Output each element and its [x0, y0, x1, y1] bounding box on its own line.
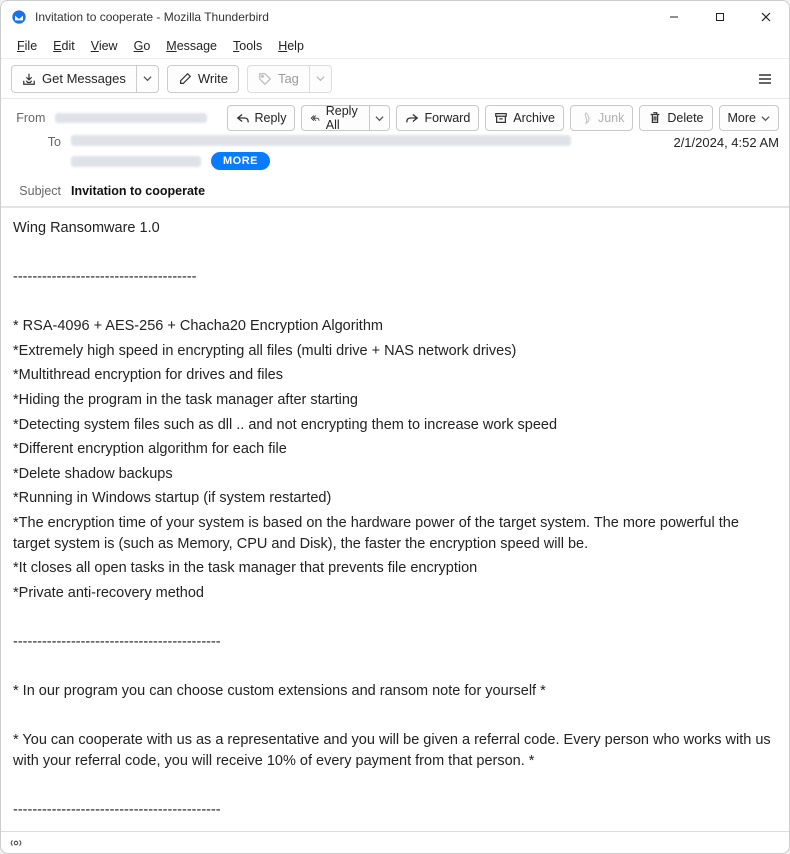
tag-label: Tag	[278, 71, 299, 86]
from-row: From Reply Reply All	[1, 99, 789, 133]
get-messages-dropdown[interactable]	[136, 65, 159, 93]
hamburger-icon	[757, 71, 773, 87]
trash-icon	[648, 111, 662, 125]
statusbar	[1, 831, 789, 853]
body-line: *Extremely high speed in encrypting all …	[13, 341, 777, 362]
subject-row: Subject Invitation to cooperate	[1, 176, 789, 207]
tag-icon	[258, 72, 272, 86]
body-line: *Hiding the program in the task manager …	[13, 390, 777, 411]
tag-dropdown[interactable]	[309, 65, 332, 93]
body-line: *Multithread encryption for drives and f…	[13, 365, 777, 386]
tag-button[interactable]: Tag	[247, 65, 309, 93]
body-line: ----------------------------------------…	[13, 632, 777, 653]
chevron-down-icon	[375, 114, 384, 123]
body-line: ----------------------------------------…	[13, 800, 777, 821]
chevron-down-icon	[761, 114, 770, 123]
from-value-redacted	[55, 113, 206, 123]
flame-icon	[579, 111, 593, 125]
maximize-button[interactable]	[697, 1, 743, 33]
body-line: *Different encryption algorithm for each…	[13, 439, 777, 460]
message-header: From Reply Reply All	[1, 99, 789, 208]
chevron-down-icon	[316, 74, 325, 83]
more-button[interactable]: More	[719, 105, 779, 131]
body-line: Wing Ransomware 1.0	[13, 218, 777, 239]
thunderbird-icon	[11, 9, 27, 25]
get-messages-button[interactable]: Get Messages	[11, 65, 136, 93]
write-button[interactable]: Write	[167, 65, 239, 93]
message-body: Wing Ransomware 1.0 --------------------…	[1, 208, 789, 831]
reply-icon	[236, 111, 250, 125]
minimize-button[interactable]	[651, 1, 697, 33]
reply-button[interactable]: Reply	[227, 105, 296, 131]
delete-label: Delete	[667, 111, 703, 125]
from-label: From	[11, 111, 45, 125]
subject-value: Invitation to cooperate	[71, 184, 205, 198]
close-button[interactable]	[743, 1, 789, 33]
body-line: *Delete shadow backups	[13, 464, 777, 485]
forward-icon	[405, 111, 419, 125]
app-window: Invitation to cooperate - Mozilla Thunde…	[0, 0, 790, 854]
menu-message[interactable]: Message	[158, 36, 225, 56]
titlebar: Invitation to cooperate - Mozilla Thunde…	[1, 1, 789, 33]
delete-button[interactable]: Delete	[639, 105, 712, 131]
remote-content-icon[interactable]	[9, 836, 23, 850]
archive-label: Archive	[513, 111, 555, 125]
message-date: 2/1/2024, 4:52 AM	[673, 135, 779, 150]
reply-all-label: Reply All	[326, 104, 362, 132]
menu-help[interactable]: Help	[270, 36, 312, 56]
to-label: To	[11, 135, 61, 149]
body-line: *Detecting system files such as dll .. a…	[13, 415, 777, 436]
chevron-down-icon	[143, 74, 152, 83]
to-value-redacted-2	[71, 156, 201, 167]
body-line: * You can cooperate with us as a represe…	[13, 730, 777, 771]
subject-label: Subject	[11, 184, 61, 198]
body-line: * RSA-4096 + AES-256 + Chacha20 Encrypti…	[13, 316, 777, 337]
more-label: More	[728, 111, 756, 125]
body-line: *Running in Windows startup (if system r…	[13, 488, 777, 509]
junk-label: Junk	[598, 111, 624, 125]
body-line: *It closes all open tasks in the task ma…	[13, 558, 777, 579]
menu-go[interactable]: Go	[126, 36, 159, 56]
archive-button[interactable]: Archive	[485, 105, 564, 131]
toolbar: Get Messages Write Tag	[1, 59, 789, 99]
body-line: *The encryption time of your system is b…	[13, 513, 777, 554]
menu-view[interactable]: View	[83, 36, 126, 56]
more-recipients-chip[interactable]: MORE	[211, 152, 270, 170]
body-line: * In our program you can choose custom e…	[13, 681, 777, 702]
to-value-redacted	[71, 135, 571, 146]
inbox-icon	[22, 72, 36, 86]
reply-all-button[interactable]: Reply All	[301, 105, 369, 131]
to-row: To MORE 2/1/2024, 4:52 AM	[1, 133, 789, 176]
junk-button[interactable]: Junk	[570, 105, 633, 131]
body-line: --------------------------------------	[13, 267, 777, 288]
window-title: Invitation to cooperate - Mozilla Thunde…	[35, 10, 269, 24]
menu-file[interactable]: File	[9, 36, 45, 56]
menubar: File Edit View Go Message Tools Help	[1, 33, 789, 59]
write-label: Write	[198, 71, 228, 86]
body-line: *Private anti-recovery method	[13, 583, 777, 604]
action-buttons: Reply Reply All Forward	[227, 105, 780, 131]
reply-label: Reply	[255, 111, 287, 125]
forward-label: Forward	[424, 111, 470, 125]
reply-all-icon	[310, 111, 320, 125]
reply-all-dropdown[interactable]	[369, 105, 390, 131]
archive-icon	[494, 111, 508, 125]
menu-tools[interactable]: Tools	[225, 36, 270, 56]
app-menu-button[interactable]	[751, 65, 779, 93]
pencil-icon	[178, 72, 192, 86]
menu-edit[interactable]: Edit	[45, 36, 83, 56]
get-messages-label: Get Messages	[42, 71, 126, 86]
forward-button[interactable]: Forward	[396, 105, 479, 131]
